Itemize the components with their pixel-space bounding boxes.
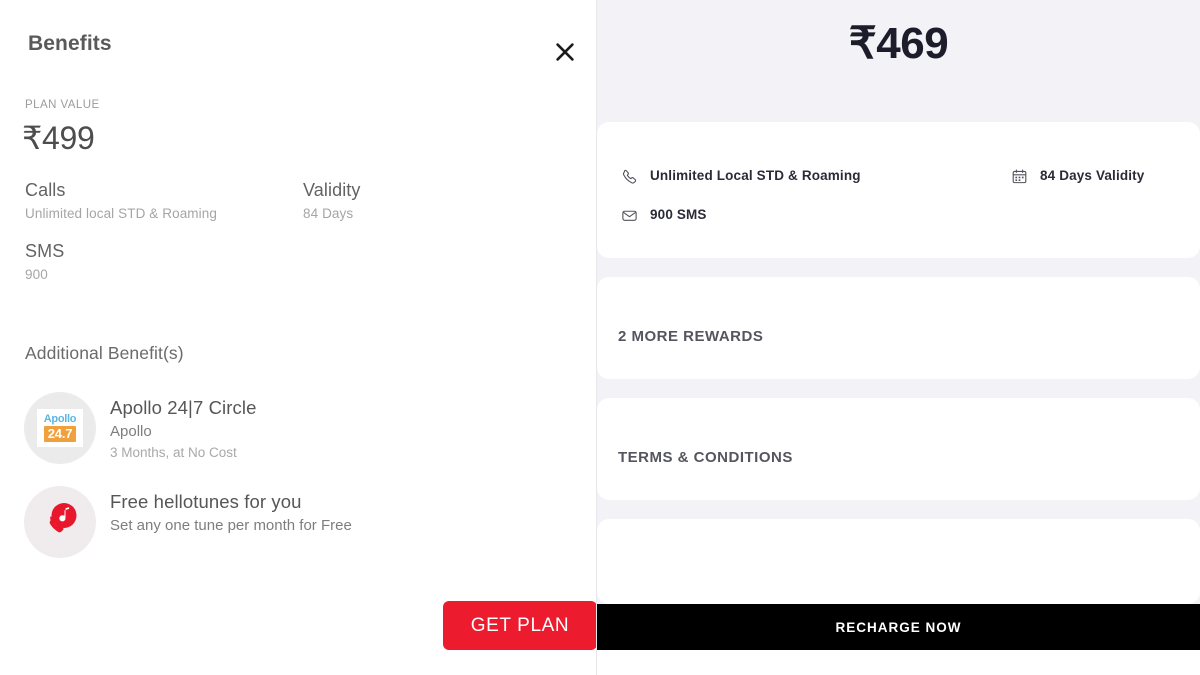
page-title: Benefits [28, 32, 112, 55]
plan-price: ₹469 [848, 19, 949, 68]
plan-benefits-card: Unlimited Local STD & Roaming 84 Days Va… [597, 122, 1200, 258]
benefit-chip-grid: Unlimited Local STD & Roaming 84 Days Va… [618, 165, 1183, 243]
benefit-text: Free hellotunes for you Set any one tune… [96, 486, 352, 536]
plan-specs: Calls Unlimited local STD & Roaming Vali… [25, 178, 545, 300]
chip-row: Unlimited Local STD & Roaming 84 Days Va… [618, 165, 1183, 187]
benefit-avatar: Apollo 24.7 [24, 392, 96, 464]
footer-spacer-card [597, 519, 1200, 604]
apollo-24x7-logo-icon: Apollo 24.7 [37, 409, 83, 447]
more-rewards-title[interactable]: 2 MORE REWARDS [618, 327, 763, 347]
benefit-title: Free hellotunes for you [110, 491, 302, 512]
benefit-chip-validity: 84 Days Validity [1008, 165, 1183, 187]
spec-row: SMS 900 [25, 239, 545, 284]
benefit-title: Apollo 24|7 Circle [110, 397, 257, 418]
additional-benefits-heading: Additional Benefit(s) [25, 343, 184, 363]
benefit-chip-label: 84 Days Validity [1040, 168, 1145, 183]
close-icon [554, 41, 576, 63]
benefit-chip-sms: 900 SMS [618, 204, 1008, 226]
benefit-terms: 3 Months, at No Cost [110, 445, 237, 460]
benefit-chip-label: Unlimited Local STD & Roaming [650, 168, 861, 183]
spec-value: Unlimited local STD & Roaming [25, 206, 217, 221]
spec-value: 900 [25, 267, 48, 282]
benefits-modal: Benefits PLAN VALUE ₹499 Calls Unlimited… [0, 0, 597, 675]
spec-label: SMS [25, 241, 65, 261]
hellotunes-music-phone-icon [38, 498, 82, 547]
list-item[interactable]: Apollo 24.7 Apollo 24|7 Circle Apollo 3 … [24, 392, 564, 464]
phone-handset-icon [618, 165, 640, 187]
terms-and-conditions-section[interactable]: TERMS & CONDITIONS [597, 398, 1200, 500]
benefits-modal-header: Benefits [28, 30, 577, 74]
spec-value: 84 Days [303, 206, 354, 221]
bottom-strip [597, 650, 1200, 675]
more-rewards-section[interactable]: 2 MORE REWARDS [597, 277, 1200, 379]
apollo-logo-number: 24.7 [43, 426, 77, 442]
price-header: ₹469 [597, 0, 1200, 122]
spec-label: Validity [303, 180, 361, 200]
benefit-description: Set any one tune per month for Free [110, 517, 352, 534]
calendar-icon [1008, 165, 1030, 187]
plan-value-amount: ₹499 [22, 120, 95, 156]
spec-row: Calls Unlimited local STD & Roaming Vali… [25, 178, 545, 223]
chip-row: 900 SMS [618, 204, 1183, 226]
spec-sms: SMS 900 [25, 239, 303, 284]
recharge-detail-screen: ₹469 Unlimited Local STD & Roaming 84 Da… [597, 0, 1200, 675]
spec-label: Calls [25, 180, 66, 200]
spec-calls: Calls Unlimited local STD & Roaming [25, 178, 303, 223]
terms-and-conditions-title[interactable]: TERMS & CONDITIONS [618, 448, 793, 468]
benefit-chip-label: 900 SMS [650, 207, 707, 222]
apollo-logo-word: Apollo [43, 413, 77, 425]
plan-value-label: PLAN VALUE [25, 99, 100, 111]
list-item[interactable]: Free hellotunes for you Set any one tune… [24, 486, 564, 558]
spec-validity: Validity 84 Days [303, 178, 503, 223]
additional-benefits-list: Apollo 24.7 Apollo 24|7 Circle Apollo 3 … [24, 392, 564, 580]
get-plan-button[interactable]: GET PLAN [443, 601, 597, 650]
benefit-provider: Apollo [110, 423, 152, 440]
benefit-text: Apollo 24|7 Circle Apollo 3 Months, at N… [96, 392, 256, 462]
benefit-avatar [24, 486, 96, 558]
close-button[interactable] [545, 32, 585, 72]
recharge-now-button[interactable]: RECHARGE NOW [597, 604, 1200, 650]
envelope-icon [618, 204, 640, 226]
recharge-plan-comparison-screen: Benefits PLAN VALUE ₹499 Calls Unlimited… [0, 0, 1200, 675]
benefit-chip-calls: Unlimited Local STD & Roaming [618, 165, 1008, 187]
